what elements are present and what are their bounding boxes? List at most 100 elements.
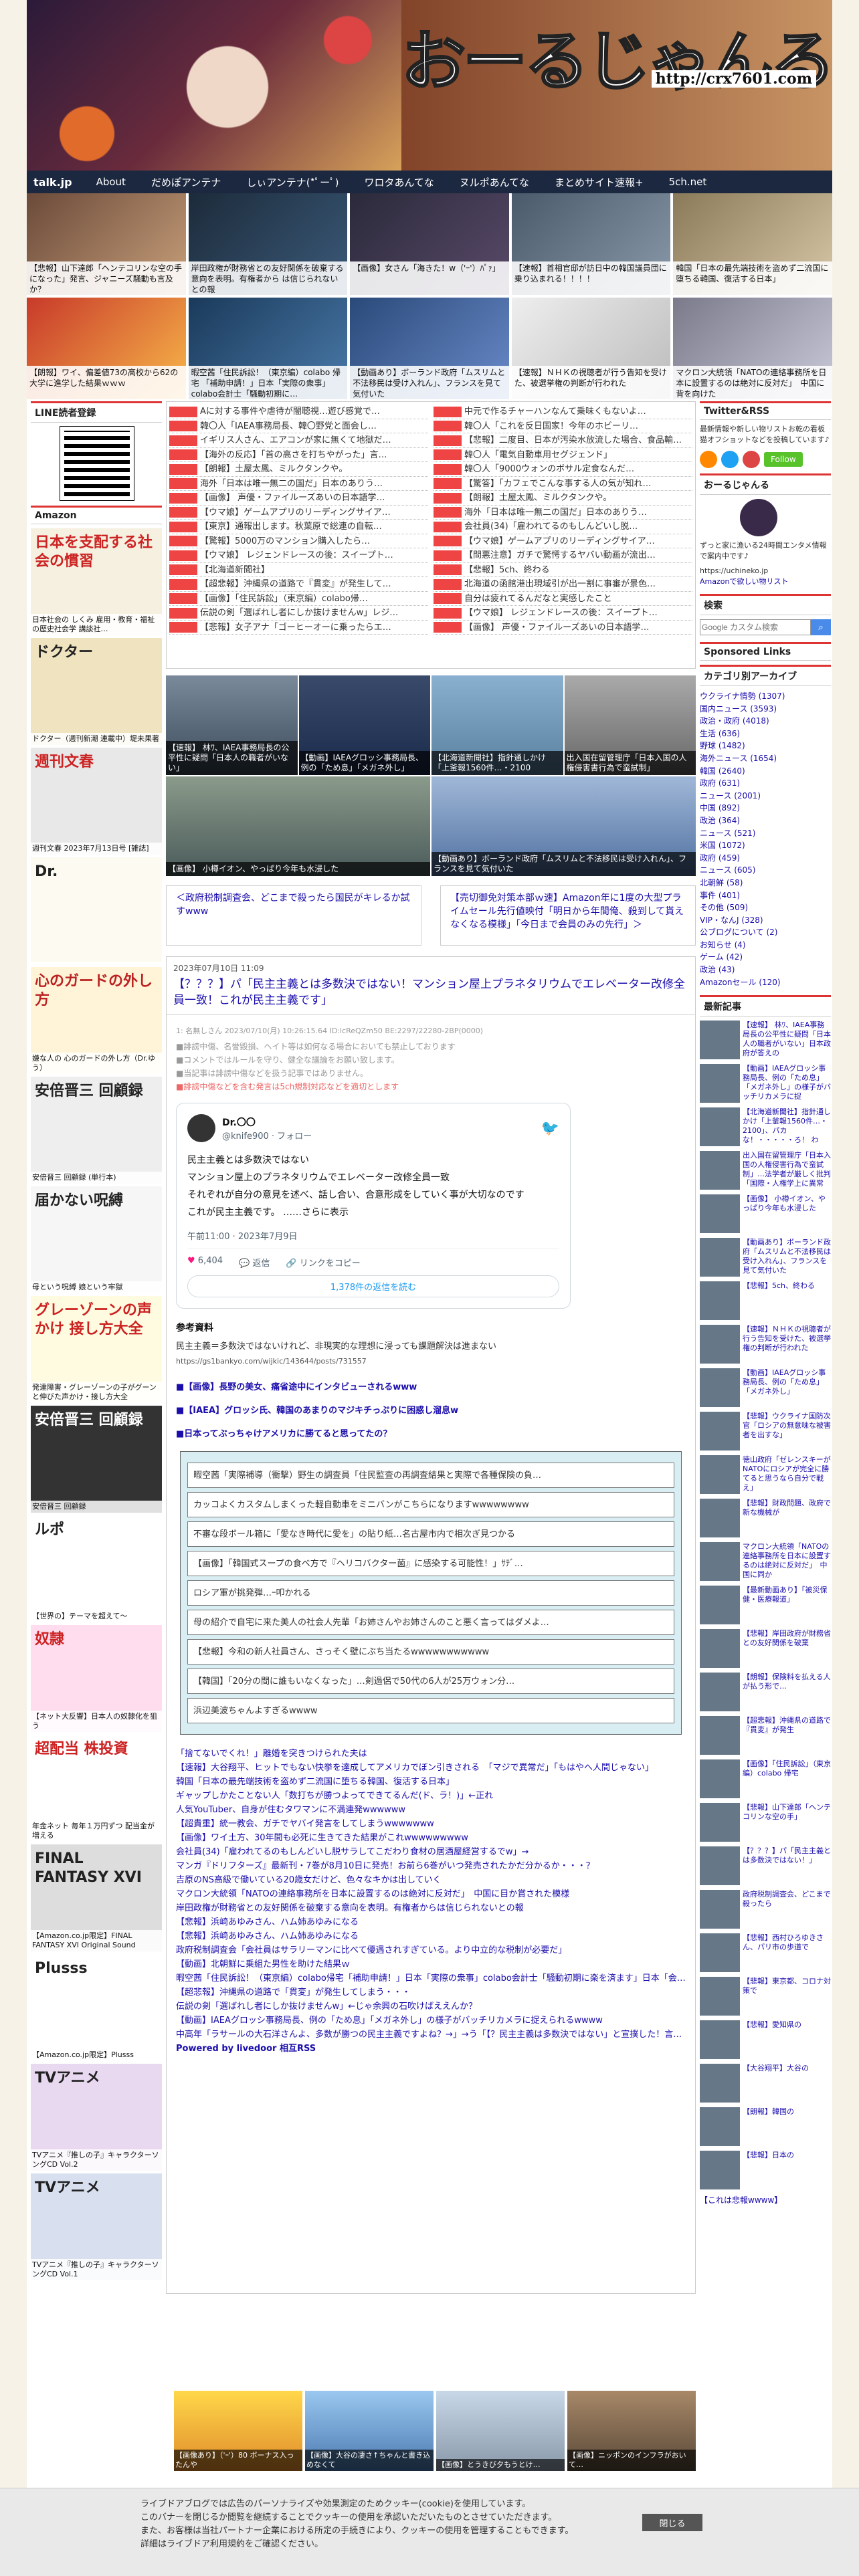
- list-item[interactable]: 【ウマ娘】ゲームアプリのリーディングサイア…: [434, 534, 692, 548]
- cookie-terms-link[interactable]: 詳細はライブドア利用規約をご確認ください。: [140, 2538, 859, 2551]
- list-item[interactable]: 【驚報】5000万のマンション購入したら…: [169, 534, 428, 548]
- list-item[interactable]: 【速報】大谷翔平、ヒットでもない快挙を達成してアメリカでぼン引きされる 「マジで…: [176, 1761, 686, 1775]
- category-item[interactable]: 野球 (1482): [700, 740, 831, 752]
- category-item[interactable]: 政治 (364): [700, 815, 831, 827]
- thumb-item[interactable]: 【動画あり】ボーランド政府「ムスリムと不法移民は受け入れん」、フランスを見て気付…: [350, 298, 509, 399]
- thumb-item[interactable]: マクロン大統領「NATOの連絡事務所を日本に設置するのは絶対に反対だ」 中国に背…: [673, 298, 832, 399]
- thumb-item[interactable]: 【朗報】ワイ、偏差値73の高校から62の大学に進学した結果ｗｗｗ: [27, 298, 186, 399]
- list-item[interactable]: 不審な段ボール箱に「愛なき時代に愛を」の貼り紙…名古屋市内で相次ぎ見つかる: [187, 1521, 674, 1547]
- list-item[interactable]: 【超貴重】統一教会、ガチでヤバイ発言をしてしまうwwwwwww: [176, 1817, 686, 1831]
- amazon-product[interactable]: TVアニメ TVアニメ『推しの子』キャラクターソングCD Vol.1: [31, 2173, 162, 2280]
- recent-item[interactable]: 【動画】IAEAグロッシ事務局長、例の「ため息」「メガネ外し」: [700, 1368, 831, 1409]
- list-item[interactable]: 【画像】 声優・ファイルーズあいの日本語学…: [434, 621, 692, 635]
- bottom-link[interactable]: 【これは悲報wwww】: [700, 2194, 831, 2206]
- prev-article-link[interactable]: ＜政府税制調査会、どこまで殺ったら国民がキレるか試すwww: [166, 885, 421, 946]
- list-item[interactable]: 【北海道新聞社】: [169, 563, 428, 577]
- list-item[interactable]: 【画像】 声優・ファイルーズあいの日本語学…: [169, 491, 428, 506]
- tweet-author-name[interactable]: Dr.〇〇: [222, 1115, 312, 1129]
- list-item[interactable]: 【韓国】「20分の間に誰もいなくなった」…剣過侶で50代の6人が25万ウォン分…: [187, 1669, 674, 1694]
- reference-url[interactable]: https://gs1bankyo.com/wijkic/143644/post…: [176, 1354, 686, 1369]
- read-replies-button[interactable]: 1,378件の返信を読む: [187, 1275, 559, 1297]
- amazon-product[interactable]: 週刊文春 週刊文春 2023年7月13日号 [雑誌]: [31, 748, 162, 855]
- list-item[interactable]: 【悲報】二度目、日本が汚染水放流した場合、食品輸…: [434, 433, 692, 448]
- category-item[interactable]: Amazonセール (120): [700, 976, 831, 989]
- amazon-product[interactable]: 安倍晋三 回顧録 安倍晋三 回顧録: [31, 1406, 162, 1513]
- list-item[interactable]: 岸田政権が財務省との友好関係を破棄する意向を表明。有権者からは信じられないとの報: [176, 1901, 686, 1915]
- search-input[interactable]: [700, 619, 811, 635]
- list-item[interactable]: 韓国「日本の最先端技術を盗めず二流国に堕ちる韓国、復活する日本」: [176, 1775, 686, 1789]
- mail-icon[interactable]: [743, 451, 760, 468]
- recent-item[interactable]: 政府税制調査会、どこまで殺ったら: [700, 1890, 831, 1931]
- list-item[interactable]: 韓〇人「IAEA事務局長、韓〇野党と面会し…: [169, 419, 428, 433]
- list-item[interactable]: 【驚答】「カフェでこんな事する人の気が知れ…: [434, 477, 692, 491]
- category-item[interactable]: ゲーム (42): [700, 951, 831, 964]
- amazon-product[interactable]: 心のガードの外し方 嫌な人の 心のガードの外し方（Dr.ゆう）: [31, 967, 162, 1074]
- recent-item[interactable]: 【速報】 林ﾜ、IAEA事務局長の公平性に疑問「日本人の職者がいない」日本政府が…: [700, 1021, 831, 1061]
- recent-item[interactable]: 【動画あり】ボーランド政府「ムスリムと不法移民は受け入れん」、フランスを見て気付…: [700, 1238, 831, 1279]
- list-item[interactable]: 【超悲報】沖縄県の道路で「貫変」が発生してしまう・・・: [176, 1985, 686, 2000]
- category-item[interactable]: 政治・政府 (4018): [700, 715, 831, 728]
- thumb-item[interactable]: 韓国「日本の最先端技術を盗めず二流国に堕ちる韓国、復活する日本」: [673, 193, 832, 295]
- list-item[interactable]: 韓〇人「これを反日国家！今年のホビーリ…: [434, 419, 692, 433]
- list-item[interactable]: 暇空茜「住民訴訟！（東京編）colabo帰宅「補助申請！」日本「実際の衆事」co…: [176, 1971, 686, 1985]
- cookie-close-button[interactable]: 閉じる: [642, 2514, 702, 2531]
- recent-item[interactable]: 【速報】ＮＨＫの視聴者が行う告知を受けた、被選挙権の判断が行われた: [700, 1325, 831, 1366]
- list-item[interactable]: 【ウマ娘】 レジェンドレースの後：スイープト…: [169, 548, 428, 563]
- list-item[interactable]: 伝説の剣「選ばれし者にしか抜けませんw」←じゃ余興の石吹けばええんか？: [176, 2000, 686, 2014]
- list-item[interactable]: 暇空茜「実際補導（衝撃）野生の調査員「住民監査の再調査結果と実際で各種保険の負…: [187, 1463, 674, 1488]
- list-item[interactable]: 北海道の函館港出現域引が出一割に事審が景色…: [434, 577, 692, 592]
- amazon-product[interactable]: ルポ 【世界の】テーマを超えて〜: [31, 1515, 162, 1622]
- list-item[interactable]: カッコよくカスタムしまくった軽自動車をミニバンがこちらになりますwwwwwwww: [187, 1492, 674, 1517]
- category-item[interactable]: ニュース (605): [700, 864, 831, 877]
- thumb-item[interactable]: 【速報】ＮＨＫの視聴者が行う告知を受けた、被選挙権の判断が行われた: [511, 298, 671, 399]
- list-item[interactable]: 会社員(34)「雇われてるのもしんどいし脱サラしてこだわり食材の居酒屋経営するで…: [176, 1845, 686, 1859]
- amazon-product[interactable]: 安倍晋三 回顧録 安倍晋三 回顧録 (単行本): [31, 1077, 162, 1184]
- nav-5ch[interactable]: 5ch.net: [669, 176, 707, 188]
- list-item[interactable]: 「捨てないでくれ！」離婚を突きつけられた夫は: [176, 1747, 686, 1761]
- like-button[interactable]: ♥ 6,404: [187, 1256, 223, 1269]
- reply-button[interactable]: 💬 返信: [239, 1256, 270, 1269]
- thumb-item[interactable]: 【画像あり】（'ｰ'）80 ボーナス入ったんや: [174, 2391, 302, 2471]
- list-item[interactable]: ロシア軍が挑発弾…ｰ叩かれる: [187, 1580, 674, 1606]
- list-item[interactable]: 韓〇人「9000ウォンのボサル定食なんだ…: [434, 462, 692, 477]
- list-item[interactable]: マンガ『ドリフターズ』最新刊・7巻が8月10日に発売！お前ら6巻がいつ発売された…: [176, 1859, 686, 1873]
- category-item[interactable]: お知らせ (4): [700, 939, 831, 952]
- recent-item[interactable]: 【悲報】日本の: [700, 2151, 831, 2191]
- nav-damepo[interactable]: だめぽアンテナ: [151, 175, 221, 189]
- list-item[interactable]: 【東京】通報出します。秋葉原で総連の自転…: [169, 520, 428, 534]
- article-title[interactable]: 【？？？】パ「民主主義とは多数決ではない！マンション屋上プラネタリウムでエレベー…: [167, 975, 695, 1014]
- nav-about[interactable]: About: [96, 176, 126, 188]
- copy-link-button[interactable]: 🔗 リンクをコピー: [286, 1256, 360, 1269]
- site-url[interactable]: http://crx7601.com: [651, 70, 816, 88]
- category-item[interactable]: 海外ニュース (1654): [700, 752, 831, 765]
- category-item[interactable]: ニュース (521): [700, 827, 831, 840]
- recent-item[interactable]: 【？？？】パ「民主主義とは多数決ではない！」: [700, 1846, 831, 1887]
- wishlist-link[interactable]: Amazonで欲しい物リスト: [700, 576, 831, 587]
- recent-item[interactable]: 【大谷翔平】大谷の: [700, 2064, 831, 2105]
- list-item[interactable]: 吉原のNS高級で働いている20歳女だけど、色々なキかは出していく: [176, 1873, 686, 1887]
- list-item[interactable]: 【朗報】土屋太鳳、ミルクタンクや。: [434, 491, 692, 506]
- rss-icon[interactable]: [700, 451, 717, 468]
- list-item[interactable]: Aに対する事件や虐待が闇聴視…遊び感覚で…: [169, 405, 428, 419]
- site-title[interactable]: おーるじゃんる: [401, 9, 833, 102]
- thumb-item[interactable]: 【画像】女さん「海きた！w（'ｰ'）ﾊﾟｧ」: [350, 193, 509, 295]
- amazon-product[interactable]: 超配当 株投資 年金ネット 毎年１万円ずつ 配当金が増える: [31, 1735, 162, 1842]
- featured-item[interactable]: 【速報】 林ﾜ、IAEA事務局長の公平性に疑問「日本人の職者がいない」: [166, 675, 298, 775]
- list-item[interactable]: 【朗報】土屋太鳳、ミルクタンクや。: [169, 462, 428, 477]
- recent-item[interactable]: 【悲報】西村ひろゆきさん、パリ市の歩道で: [700, 1933, 831, 1974]
- category-item[interactable]: 中国 (892): [700, 802, 831, 815]
- nav-warota[interactable]: ワロタあんてな: [364, 175, 434, 189]
- thumb-item[interactable]: 岸田政権が財務省との友好関係を破棄する意向を表明。有権者から は信じられないとの…: [188, 193, 348, 295]
- list-item[interactable]: 人気YouTuber、自身が住むタワマンに不満連発wwwwww: [176, 1803, 686, 1817]
- amazon-product[interactable]: Dr.: [31, 857, 162, 964]
- category-item[interactable]: ニュース (2001): [700, 790, 831, 802]
- recent-item[interactable]: 【北海道新聞社】指針通しかけ「上釜報1560件…・2100」、パカな！・・・・・…: [700, 1107, 831, 1148]
- thumb-item[interactable]: 【速報】首相官邸が訪日中の韓国議員団に乗り込まれる！！！！: [511, 193, 671, 295]
- list-item[interactable]: 【悲報】女子アナ「ゴーヒーオーに乗ったらエ…: [169, 621, 428, 635]
- list-item[interactable]: イギリス人さん、エアコンが家に無くて地獄だ…: [169, 433, 428, 448]
- category-item[interactable]: その他 (509): [700, 901, 831, 914]
- avatar[interactable]: [187, 1114, 215, 1142]
- thumb-item[interactable]: 【画像】とうきび夕もうとけ…: [436, 2391, 565, 2471]
- recent-item[interactable]: 【悲報】東京都、コロナ対策で: [700, 1977, 831, 2018]
- amazon-product[interactable]: グレーゾーンの声かけ 接し方大全 発達障害・グレーゾーンの子がグーンと伸びた声かけ…: [31, 1296, 162, 1403]
